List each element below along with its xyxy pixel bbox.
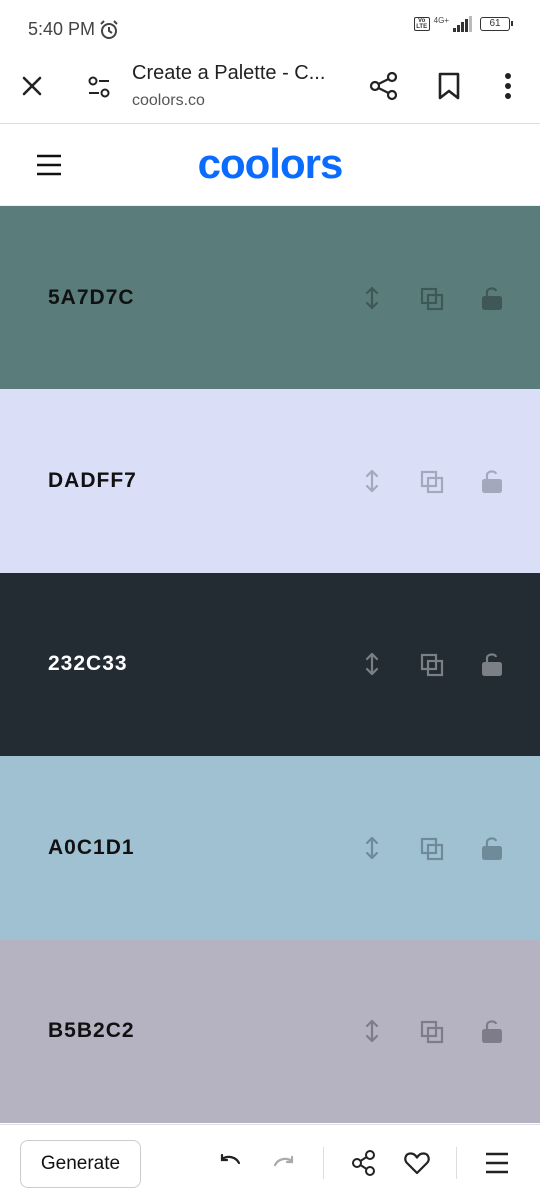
color-swatch[interactable]: B5B2C2 — [0, 939, 540, 1123]
close-icon[interactable] — [18, 72, 46, 100]
drag-icon[interactable] — [360, 468, 384, 494]
alarm-icon — [100, 20, 118, 39]
redo-icon[interactable] — [270, 1149, 298, 1177]
coolors-logo[interactable]: coolors — [0, 140, 540, 192]
network-type: 4G+ — [433, 16, 449, 25]
page-url[interactable]: coolors.co — [132, 92, 205, 110]
site-settings-icon[interactable] — [84, 72, 114, 102]
site-header: coolors — [0, 125, 540, 206]
generate-button[interactable]: Generate — [20, 1140, 141, 1188]
share-palette-icon[interactable] — [350, 1149, 378, 1177]
swatch-tools — [360, 1018, 504, 1044]
swatch-tools — [360, 835, 504, 861]
copy-icon[interactable] — [420, 468, 444, 494]
drag-icon[interactable] — [360, 835, 384, 861]
color-swatch[interactable]: 232C33 — [0, 572, 540, 757]
battery-icon: 61 — [480, 17, 513, 31]
status-indicators: Vo LTE 4G+ 61 — [413, 16, 513, 32]
copy-icon[interactable] — [420, 1018, 444, 1044]
color-hex-code[interactable]: DADFF7 — [48, 469, 137, 493]
menu-icon[interactable] — [483, 1149, 511, 1177]
palette: 5A7D7C DADFF7 232C33 A0C1D1 B5B2C2 — [0, 206, 540, 1123]
swatch-tools — [360, 651, 504, 677]
divider — [456, 1147, 457, 1179]
unlock-icon[interactable] — [480, 468, 504, 494]
swatch-tools — [360, 285, 504, 311]
copy-icon[interactable] — [420, 651, 444, 677]
color-hex-code[interactable]: A0C1D1 — [48, 836, 135, 860]
copy-icon[interactable] — [420, 835, 444, 861]
page-title[interactable]: Create a Palette - C... — [132, 62, 325, 85]
browser-toolbar: Create a Palette - C... coolors.co — [0, 56, 540, 124]
color-hex-code[interactable]: B5B2C2 — [48, 1019, 135, 1043]
unlock-icon[interactable] — [480, 1018, 504, 1044]
status-bar: 5:40 PM Vo LTE 4G+ 61 — [0, 0, 540, 56]
drag-icon[interactable] — [360, 1018, 384, 1044]
swatch-tools — [360, 468, 504, 494]
battery-level: 61 — [489, 18, 501, 29]
color-hex-code[interactable]: 232C33 — [48, 652, 128, 676]
favorite-heart-icon[interactable] — [403, 1149, 431, 1177]
drag-icon[interactable] — [360, 651, 384, 677]
volte-icon: Vo LTE — [413, 17, 430, 31]
status-time: 5:40 PM — [28, 19, 96, 39]
color-hex-code[interactable]: 5A7D7C — [48, 286, 135, 310]
copy-icon[interactable] — [420, 285, 444, 311]
bookmark-icon[interactable] — [434, 70, 464, 102]
unlock-icon[interactable] — [480, 651, 504, 677]
logo-text: coolors — [198, 141, 343, 187]
share-icon[interactable] — [368, 70, 400, 102]
unlock-icon[interactable] — [480, 285, 504, 311]
more-options-icon[interactable] — [496, 70, 520, 102]
drag-icon[interactable] — [360, 285, 384, 311]
unlock-icon[interactable] — [480, 835, 504, 861]
color-swatch[interactable]: 5A7D7C — [0, 206, 540, 390]
divider — [323, 1147, 324, 1179]
bottom-toolbar: Generate — [0, 1124, 540, 1200]
color-swatch[interactable]: DADFF7 — [0, 389, 540, 573]
color-swatch[interactable]: A0C1D1 — [0, 756, 540, 940]
signal-icon — [453, 16, 472, 32]
undo-icon[interactable] — [216, 1149, 244, 1177]
